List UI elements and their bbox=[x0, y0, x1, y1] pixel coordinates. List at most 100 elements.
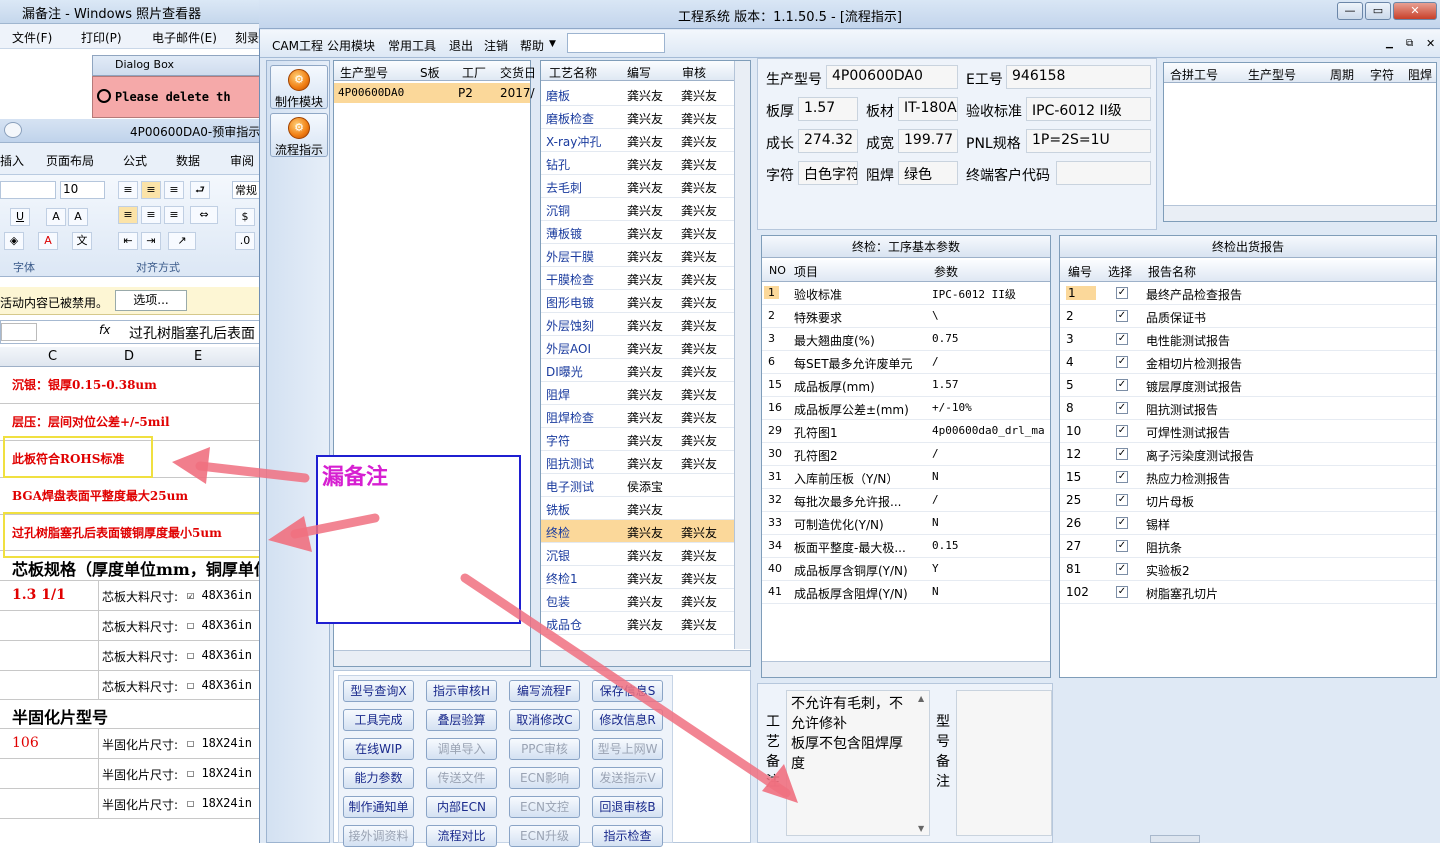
report-row[interactable]: 102 ✓ 树脂塞孔切片 bbox=[1060, 581, 1436, 604]
field-length[interactable]: 274.32 bbox=[798, 129, 858, 153]
close-button[interactable]: ✕ bbox=[1393, 2, 1437, 20]
col-reviewer[interactable]: 审核 bbox=[682, 64, 706, 81]
col-merge-model[interactable]: 生产型号 bbox=[1248, 66, 1296, 83]
param-row[interactable]: 31 入库前压板（Y/N） N bbox=[762, 466, 1050, 489]
action-button[interactable]: ECN文控 bbox=[509, 796, 580, 818]
options-button[interactable]: 选项... bbox=[115, 290, 187, 311]
prepreg-row[interactable]: 半固化片尺寸: ☐ 18X24in bbox=[0, 759, 262, 789]
report-checkbox[interactable]: ✓ bbox=[1116, 563, 1128, 575]
report-checkbox[interactable]: ✓ bbox=[1116, 517, 1128, 529]
field-model[interactable]: 4P00600DA0 bbox=[826, 65, 958, 89]
report-row[interactable]: 8 ✓ 阻抗测试报告 bbox=[1060, 397, 1436, 420]
prepreg-size-value[interactable]: ☐ 18X24in bbox=[187, 796, 252, 810]
action-button[interactable]: 传送文件 bbox=[426, 767, 497, 789]
action-button[interactable]: ECN影响 bbox=[509, 767, 580, 789]
menu-cam[interactable]: CAM工程 bbox=[272, 37, 323, 54]
model-remark-text[interactable] bbox=[956, 690, 1052, 836]
fx-icon[interactable]: fx bbox=[99, 323, 110, 337]
param-row[interactable]: 41 成品板厚含阻焊(Y/N) N bbox=[762, 581, 1050, 604]
menu-logout[interactable]: 注销 bbox=[484, 37, 508, 54]
align-top-icon[interactable]: ≡ bbox=[118, 181, 138, 199]
merge-grid-hscroll[interactable] bbox=[1164, 205, 1436, 221]
office-button-icon[interactable] bbox=[4, 122, 22, 138]
mdi-restore-icon[interactable]: ⧉ bbox=[1406, 38, 1413, 49]
param-row[interactable]: 3 最大翘曲度(%) 0.75 bbox=[762, 328, 1050, 351]
column-d[interactable]: D bbox=[124, 349, 134, 364]
report-checkbox[interactable]: ✓ bbox=[1116, 448, 1128, 460]
action-button[interactable]: 编写流程F bbox=[509, 680, 580, 702]
number-format-combo[interactable]: 常规 bbox=[232, 181, 262, 199]
note-row[interactable]: 沉银：银厚0.15-0.38um bbox=[0, 367, 262, 404]
action-button[interactable]: 制作通知单 bbox=[343, 796, 414, 818]
action-button[interactable]: 流程对比 bbox=[426, 825, 497, 847]
field-e-no[interactable]: 946158 bbox=[1006, 65, 1151, 89]
process-row[interactable]: 成品仓 龚兴友 龚兴友 bbox=[541, 612, 734, 635]
action-button[interactable]: 能力参数 bbox=[343, 767, 414, 789]
core-size-value[interactable]: ☐ 48X36in bbox=[187, 648, 252, 662]
fill-color-icon[interactable]: ◈ bbox=[4, 232, 24, 250]
param-row[interactable]: 34 板面平整度-最大极... 0.15 bbox=[762, 535, 1050, 558]
minimize-button[interactable]: — bbox=[1337, 2, 1363, 20]
param-row[interactable]: 40 成品板厚含铜厚(Y/N) Y bbox=[762, 558, 1050, 581]
process-row[interactable]: 外层蚀刻 龚兴友 龚兴友 bbox=[541, 313, 734, 336]
nav-flow-instruction[interactable]: ⚙ 流程指示 bbox=[270, 113, 328, 157]
column-c[interactable]: C bbox=[48, 349, 57, 364]
report-checkbox[interactable]: ✓ bbox=[1116, 402, 1128, 414]
scroll-down-icon[interactable]: ▼ bbox=[918, 824, 924, 833]
report-row[interactable]: 15 ✓ 热应力检测报告 bbox=[1060, 466, 1436, 489]
menu-burn[interactable]: 刻录 bbox=[235, 29, 259, 46]
shrink-font-icon[interactable]: A bbox=[68, 208, 88, 226]
process-row[interactable]: 终检 龚兴友 龚兴友 bbox=[541, 520, 734, 543]
decimal-icon[interactable]: .0 bbox=[235, 232, 255, 250]
process-row[interactable]: 钻孔 龚兴友 龚兴友 bbox=[541, 152, 734, 175]
col-no[interactable]: NO bbox=[769, 264, 786, 277]
orientation-icon[interactable]: ↗ bbox=[168, 232, 196, 250]
report-checkbox[interactable]: ✓ bbox=[1116, 356, 1128, 368]
param-row[interactable]: 15 成品板厚(mm) 1.57 bbox=[762, 374, 1050, 397]
align-center-icon[interactable]: ≡ bbox=[141, 206, 161, 224]
prepreg-size-value[interactable]: ☐ 18X24in bbox=[187, 736, 252, 750]
core-row[interactable]: 芯板大料尺寸: ☐ 48X36in bbox=[0, 611, 262, 641]
process-row[interactable]: 磨板 龚兴友 龚兴友 bbox=[541, 83, 734, 106]
menu-common-module[interactable]: 公用模块 bbox=[327, 37, 375, 54]
field-pnl[interactable]: 1P=2S=1U bbox=[1026, 129, 1151, 153]
prepreg-row[interactable]: 半固化片尺寸: ☐ 18X24in bbox=[0, 789, 262, 819]
report-row[interactable]: 27 ✓ 阻抗条 bbox=[1060, 535, 1436, 558]
param-row[interactable]: 33 可制造优化(Y/N) N bbox=[762, 512, 1050, 535]
param-row[interactable]: 32 每批次最多允许报... / bbox=[762, 489, 1050, 512]
report-row[interactable]: 25 ✓ 切片母板 bbox=[1060, 489, 1436, 512]
core-size-value[interactable]: ☐ 48X36in bbox=[187, 618, 252, 632]
report-row[interactable]: 1 ✓ 最终产品检查报告 bbox=[1060, 282, 1436, 305]
col-mask[interactable]: 阻焊 bbox=[1408, 66, 1432, 83]
action-button[interactable]: 指示检查 bbox=[592, 825, 663, 847]
report-row[interactable]: 3 ✓ 电性能测试报告 bbox=[1060, 328, 1436, 351]
col-period[interactable]: 周期 bbox=[1330, 66, 1354, 83]
field-material[interactable]: IT-180A bbox=[898, 97, 958, 121]
process-row[interactable]: 沉银 龚兴友 龚兴友 bbox=[541, 543, 734, 566]
mdi-close-icon[interactable]: ✕ bbox=[1426, 37, 1435, 50]
order-row[interactable]: 4P00600DA0 P2 2017/ bbox=[334, 83, 535, 103]
col-merge-no[interactable]: 合拼工号 bbox=[1170, 66, 1218, 83]
col-report-no[interactable]: 编号 bbox=[1068, 263, 1092, 280]
field-thickness[interactable]: 1.57 bbox=[798, 97, 858, 121]
note-row[interactable]: BGA焊盘表面平整度最大25um bbox=[0, 478, 262, 515]
underline-button[interactable]: U bbox=[10, 208, 30, 226]
process-row[interactable]: 去毛刺 龚兴友 龚兴友 bbox=[541, 175, 734, 198]
col-model[interactable]: 生产型号 bbox=[340, 64, 388, 81]
name-box[interactable] bbox=[1, 323, 37, 341]
action-button[interactable]: 内部ECN bbox=[426, 796, 497, 818]
font-size-combo[interactable]: 10 bbox=[60, 181, 105, 199]
field-char[interactable]: 白色字符 bbox=[798, 161, 858, 185]
core-size-value[interactable]: ☑ 48X36in bbox=[187, 588, 252, 602]
param-row[interactable]: 16 成品板厚公差±(mm) +/-10% bbox=[762, 397, 1050, 420]
process-row[interactable]: 薄板镀 龚兴友 龚兴友 bbox=[541, 221, 734, 244]
report-row[interactable]: 81 ✓ 实验板2 bbox=[1060, 558, 1436, 581]
menu-tools[interactable]: 常用工具 bbox=[388, 37, 436, 54]
menu-file[interactable]: 文件(F) bbox=[12, 29, 52, 46]
process-grid-vscroll[interactable] bbox=[734, 61, 750, 649]
field-mask[interactable]: 绿色 bbox=[898, 161, 958, 185]
process-row[interactable]: 字符 龚兴友 龚兴友 bbox=[541, 428, 734, 451]
action-button[interactable]: 在线WIP bbox=[343, 738, 414, 760]
report-checkbox[interactable]: ✓ bbox=[1116, 379, 1128, 391]
report-row[interactable]: 10 ✓ 可焊性测试报告 bbox=[1060, 420, 1436, 443]
